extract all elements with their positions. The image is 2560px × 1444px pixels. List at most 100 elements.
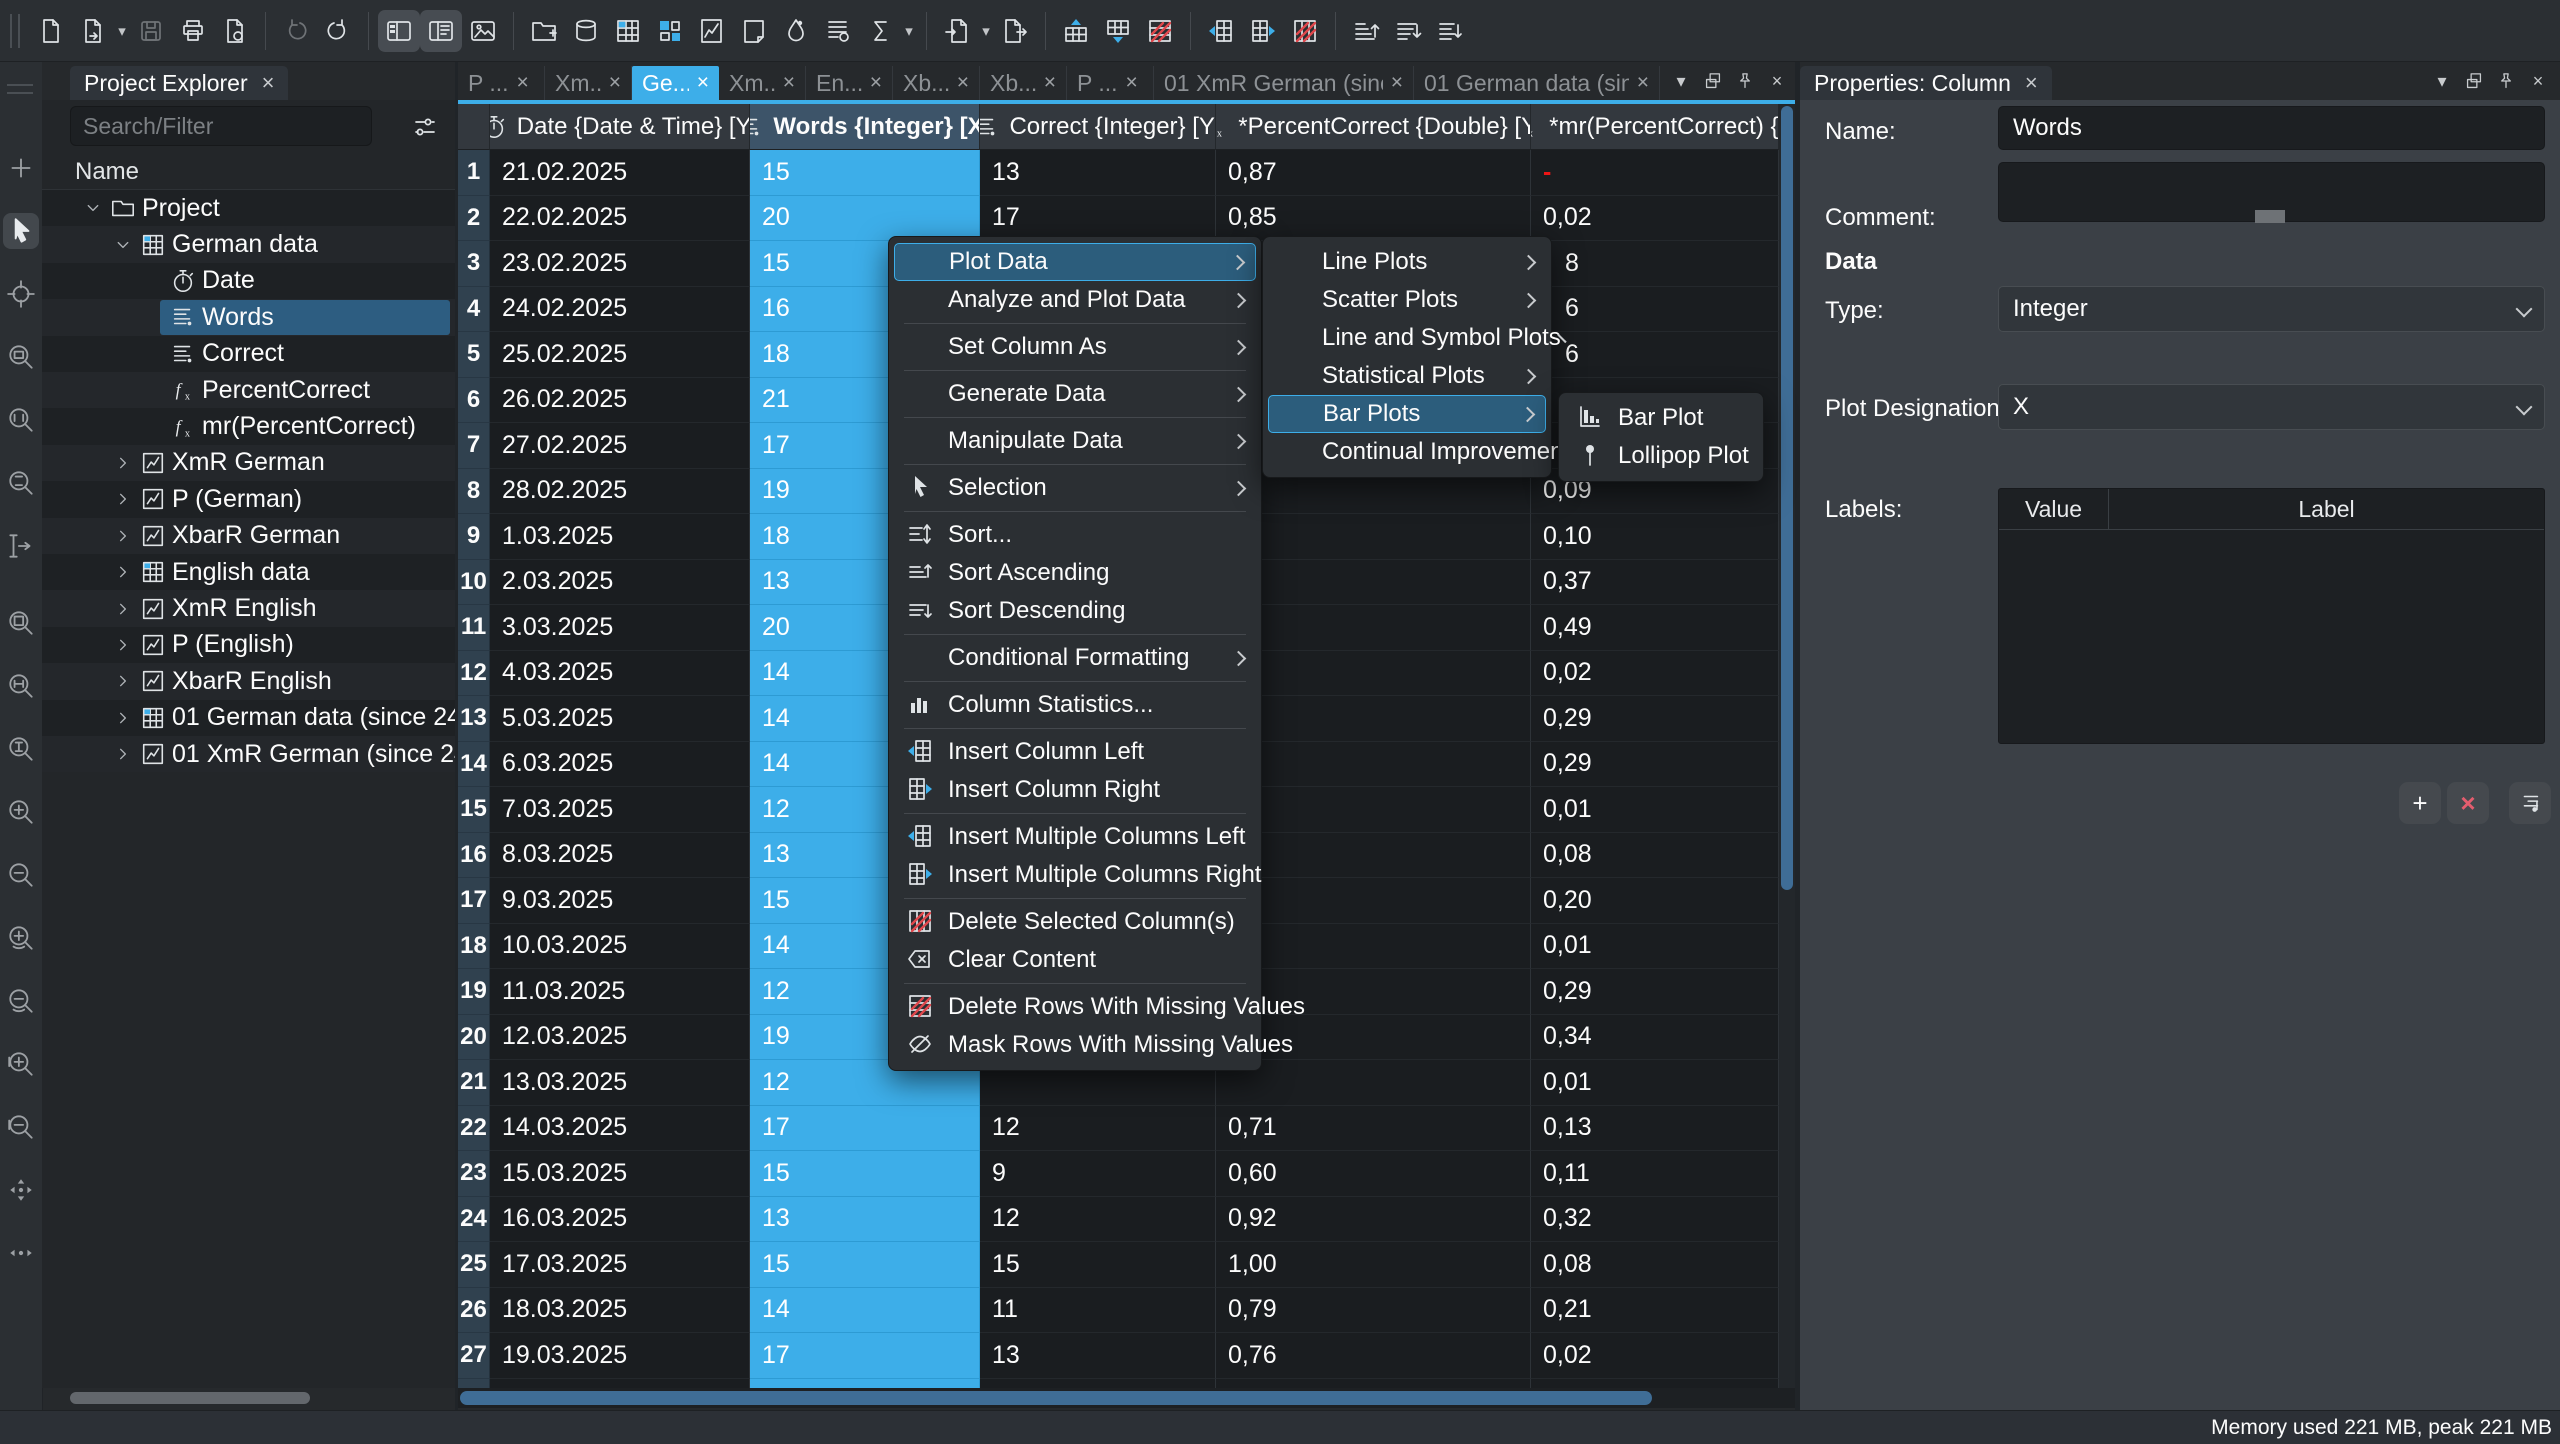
row-number[interactable]: 9: [458, 514, 490, 560]
table-cell[interactable]: 14: [750, 1288, 980, 1334]
tree-item-xmr-german[interactable]: XmR German: [42, 445, 455, 481]
table-cell[interactable]: 16.03.2025: [490, 1197, 750, 1243]
new-formula-button[interactable]: [859, 10, 901, 52]
table-cell[interactable]: 18.03.2025: [490, 1288, 750, 1334]
table-cell[interactable]: [1531, 1379, 1779, 1389]
import-button[interactable]: [936, 10, 978, 52]
new-formula-dropdown-arrow[interactable]: ▾: [901, 22, 917, 40]
menu-item-conditional-formatting[interactable]: Conditional Formatting: [894, 639, 1256, 677]
row-number[interactable]: 4: [458, 287, 490, 333]
new-project-button[interactable]: [30, 10, 72, 52]
auto-scale-y-button[interactable]: [3, 731, 39, 767]
table-cell[interactable]: [1216, 1060, 1531, 1106]
row-number[interactable]: 17: [458, 878, 490, 924]
table-cell[interactable]: 6.03.2025: [490, 742, 750, 788]
document-tab[interactable]: P ...×: [458, 66, 545, 100]
menu-item-line-plots[interactable]: Line Plots: [1268, 243, 1546, 281]
table-cell[interactable]: 0,92: [1216, 1197, 1531, 1243]
collapse-icon[interactable]: [82, 197, 104, 219]
table-cell[interactable]: [1216, 924, 1531, 970]
properties-dock-tab[interactable]: Properties: Column ×: [1800, 66, 2052, 100]
table-cell[interactable]: [1216, 787, 1531, 833]
row-number[interactable]: 16: [458, 833, 490, 879]
column-header[interactable]: fx*PercentCorrect {Double} [Y]: [1216, 104, 1531, 150]
menu-item-mask-rows-with-missing-values[interactable]: Mask Rows With Missing Values: [894, 1026, 1256, 1064]
row-number[interactable]: 19: [458, 969, 490, 1015]
row-number[interactable]: 10: [458, 560, 490, 606]
menu-item-line-and-symbol-plots[interactable]: Line and Symbol Plots: [1268, 319, 1546, 357]
auto-scale-button[interactable]: [3, 605, 39, 641]
vertical-scrollbar[interactable]: [1779, 104, 1795, 1388]
table-cell[interactable]: 9: [980, 1151, 1216, 1197]
table-cell[interactable]: -: [1531, 150, 1779, 196]
table-cell[interactable]: 21.02.2025: [490, 150, 750, 196]
table-cell[interactable]: 9.03.2025: [490, 878, 750, 924]
row-number[interactable]: [458, 1379, 490, 1389]
table-cell[interactable]: 28.02.2025: [490, 469, 750, 515]
table-cell[interactable]: 0,29: [1531, 742, 1779, 788]
plot-designation-dropdown[interactable]: X: [1998, 384, 2545, 430]
new-notebook-button[interactable]: [817, 10, 859, 52]
table-cell[interactable]: 17: [980, 196, 1216, 242]
export-pdf-button[interactable]: [214, 10, 256, 52]
insert-row-above-button[interactable]: [1055, 10, 1097, 52]
worksheet-preview-button[interactable]: [462, 10, 504, 52]
table-cell[interactable]: [980, 1379, 1216, 1389]
row-number[interactable]: 24: [458, 1197, 490, 1243]
table-cell[interactable]: [1216, 878, 1531, 924]
row-number[interactable]: 13: [458, 696, 490, 742]
menu-item-lollipop-plot[interactable]: Lollipop Plot: [1564, 437, 1758, 475]
expand-icon[interactable]: [112, 707, 134, 729]
tree-item-date[interactable]: Date: [42, 263, 455, 299]
row-number[interactable]: 2: [458, 196, 490, 242]
zoom-out-y-button[interactable]: [3, 1109, 39, 1145]
row-number[interactable]: 27: [458, 1333, 490, 1379]
tree-item-01-xmr-german-since-24-03-2025[interactable]: 01 XmR German (since 24.03.2025: [42, 736, 455, 772]
table-cell[interactable]: [1216, 1379, 1531, 1389]
table-cell[interactable]: 12: [980, 1106, 1216, 1152]
table-cell[interactable]: 0,13: [1531, 1106, 1779, 1152]
document-tab[interactable]: Ge...×: [632, 66, 719, 100]
menu-item-set-column-as[interactable]: Set Column As: [894, 328, 1256, 366]
name-field[interactable]: [1998, 106, 2545, 150]
new-spreadsheet-button[interactable]: [607, 10, 649, 52]
export-button[interactable]: [994, 10, 1036, 52]
menu-item-sort-[interactable]: Sort...: [894, 516, 1256, 554]
table-cell[interactable]: 17: [750, 1106, 980, 1152]
table-cell[interactable]: 8.03.2025: [490, 833, 750, 879]
menu-item-column-statistics-[interactable]: Column Statistics...: [894, 686, 1256, 724]
dock-menu-button[interactable]: ▾: [1669, 68, 1693, 94]
table-cell[interactable]: 1.03.2025: [490, 514, 750, 560]
row-number[interactable]: 14: [458, 742, 490, 788]
table-cell[interactable]: 13: [980, 1333, 1216, 1379]
scrollbar-thumb[interactable]: [70, 1392, 310, 1404]
table-cell[interactable]: 20: [750, 196, 980, 242]
new-folder-button[interactable]: [523, 10, 565, 52]
table-cell[interactable]: 15: [750, 1151, 980, 1197]
new-workbook-button[interactable]: [565, 10, 607, 52]
table-cell[interactable]: 1,00: [1216, 1242, 1531, 1288]
table-cell[interactable]: [1216, 696, 1531, 742]
close-icon[interactable]: ×: [697, 71, 709, 95]
menu-item-statistical-plots[interactable]: Statistical Plots: [1268, 357, 1546, 395]
table-cell[interactable]: 0,49: [1531, 605, 1779, 651]
expand-icon[interactable]: [112, 598, 134, 620]
table-cell[interactable]: 13: [980, 150, 1216, 196]
table-cell[interactable]: 23.02.2025: [490, 241, 750, 287]
table-cell[interactable]: 26.02.2025: [490, 378, 750, 424]
tree-item-mr-percentcorrect-[interactable]: fxmr(PercentCorrect): [42, 408, 455, 444]
toggle-properties-explorer-button[interactable]: [420, 10, 462, 52]
row-number[interactable]: 11: [458, 605, 490, 651]
print-button[interactable]: [172, 10, 214, 52]
menu-item-analyze-and-plot-data[interactable]: Analyze and Plot Data: [894, 281, 1256, 319]
tree-item-01-german-data-since-24-03-2025[interactable]: 01 German data (since 24.03.2025: [42, 700, 455, 736]
column-header[interactable]: Date {Date & Time} [Y]: [490, 104, 750, 150]
tree-item-english-data[interactable]: English data: [42, 554, 455, 590]
save-project-button[interactable]: [130, 10, 172, 52]
select-mode-button[interactable]: [3, 213, 39, 249]
table-cell[interactable]: 25.02.2025: [490, 332, 750, 378]
table-cell[interactable]: 22.02.2025: [490, 196, 750, 242]
table-cell[interactable]: 0,29: [1531, 969, 1779, 1015]
table-cell[interactable]: 11.03.2025: [490, 969, 750, 1015]
menu-item-delete-rows-with-missing-values[interactable]: Delete Rows With Missing Values: [894, 988, 1256, 1026]
